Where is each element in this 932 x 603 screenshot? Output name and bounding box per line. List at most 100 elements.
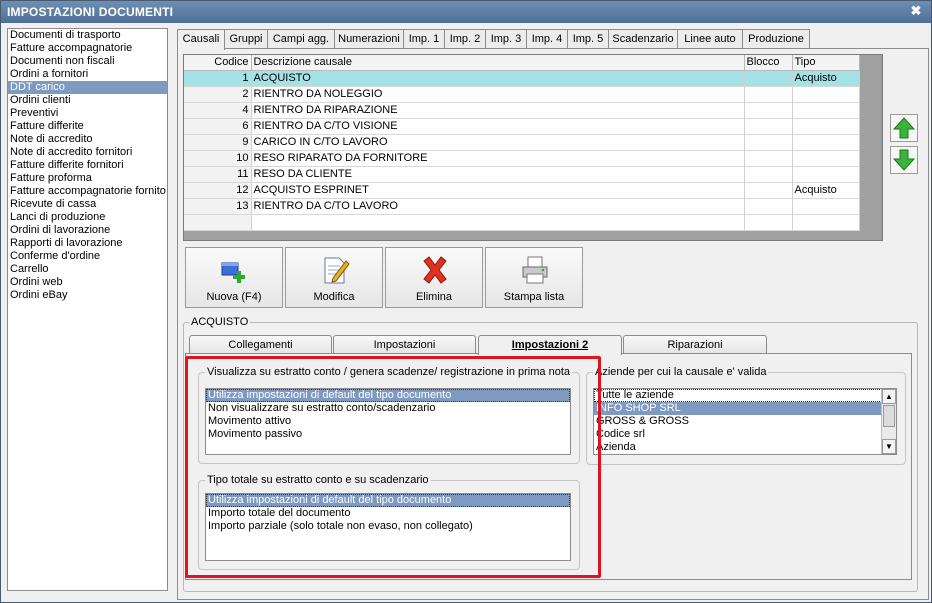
tab-imp-4[interactable]: Imp. 4 (526, 29, 568, 49)
cell-desc[interactable]: ACQUISTO (251, 70, 745, 87)
tab-numerazioni[interactable]: Numerazioni (334, 29, 404, 49)
cell-blocco[interactable] (744, 150, 793, 167)
close-icon[interactable]: ✖ (909, 4, 923, 18)
cell-tipo[interactable] (792, 214, 860, 231)
cell-desc[interactable]: RESO DA CLIENTE (251, 166, 745, 183)
list-item[interactable]: Codice srl (594, 428, 896, 441)
tab-collegamenti[interactable]: Collegamenti (189, 335, 332, 354)
table-row[interactable] (184, 214, 860, 231)
list-item[interactable]: Azienda (594, 441, 896, 454)
scroll-thumb[interactable] (883, 405, 895, 427)
list-item[interactable]: Movimento attivo (206, 415, 570, 428)
cell-desc[interactable] (251, 214, 745, 231)
sidebar-item[interactable]: Lanci di produzione (8, 211, 167, 224)
list-item[interactable]: Utilizza impostazioni di default del tip… (206, 494, 570, 507)
sidebar-item[interactable]: Documenti di trasporto (8, 29, 167, 42)
cell-blocco[interactable] (744, 182, 793, 199)
tab-linee-auto[interactable]: Linee auto (677, 29, 743, 49)
move-down-button[interactable] (890, 146, 918, 174)
cell-desc[interactable]: RESO RIPARATO DA FORNITORE (251, 150, 745, 167)
move-up-button[interactable] (890, 114, 918, 142)
table-row[interactable]: 4 RIENTRO DA RIPARAZIONE (184, 102, 860, 119)
tab-imp-2[interactable]: Imp. 2 (444, 29, 486, 49)
cell-blocco[interactable] (744, 102, 793, 119)
tab-gruppi[interactable]: Gruppi (224, 29, 268, 49)
column-header-descrizione[interactable]: Descrizione causale (251, 55, 745, 71)
sidebar-item[interactable]: Preventivi (8, 107, 167, 120)
tipo-totale-listbox[interactable]: Utilizza impostazioni di default del tip… (205, 493, 571, 561)
column-header-blocco[interactable]: Blocco (744, 55, 793, 71)
cell-tipo[interactable] (792, 86, 860, 103)
cell-code[interactable]: 4 (184, 102, 252, 119)
cell-blocco[interactable] (744, 86, 793, 103)
delete-button[interactable]: Elimina (385, 247, 483, 308)
cell-blocco[interactable] (744, 214, 793, 231)
cell-code[interactable]: 11 (184, 166, 252, 183)
table-row[interactable]: 1 ACQUISTO Acquisto (184, 70, 860, 87)
tab-campi-agg[interactable]: Campi agg. (267, 29, 335, 49)
cell-code[interactable]: 13 (184, 198, 252, 215)
column-header-codice[interactable]: Codice (184, 55, 252, 71)
cell-tipo[interactable] (792, 118, 860, 135)
cell-code[interactable]: 6 (184, 118, 252, 135)
edit-button[interactable]: Modifica (285, 247, 383, 308)
cell-blocco[interactable] (744, 118, 793, 135)
list-item[interactable]: Non visualizzare su estratto conto/scade… (206, 402, 570, 415)
cell-desc[interactable]: CARICO IN C/TO LAVORO (251, 134, 745, 151)
table-row[interactable]: 12 ACQUISTO ESPRINET Acquisto (184, 182, 860, 199)
sidebar-item[interactable]: Note di accredito fornitori (8, 146, 167, 159)
cell-code[interactable]: 12 (184, 182, 252, 199)
scroll-up-icon[interactable]: ▲ (882, 389, 896, 404)
sidebar-item[interactable]: Fatture accompagnatorie fornito (8, 185, 167, 198)
cell-blocco[interactable] (744, 198, 793, 215)
cell-desc[interactable]: RIENTRO DA C/TO LAVORO (251, 198, 745, 215)
table-row[interactable]: 10 RESO RIPARATO DA FORNITORE (184, 150, 860, 167)
table-row[interactable]: 9 CARICO IN C/TO LAVORO (184, 134, 860, 151)
sidebar-item[interactable]: Ordini a fornitori (8, 68, 167, 81)
list-item[interactable]: Importo totale del documento (206, 507, 570, 520)
visualizza-listbox[interactable]: Utilizza impostazioni di default del tip… (205, 388, 571, 455)
cell-blocco[interactable] (744, 166, 793, 183)
tab-scadenzario[interactable]: Scadenzario (608, 29, 678, 49)
cell-code[interactable] (184, 214, 252, 231)
sidebar-item[interactable]: Fatture accompagnatorie (8, 42, 167, 55)
tab-riparazioni[interactable]: Riparazioni (623, 335, 767, 354)
new-button[interactable]: Nuova (F4) (185, 247, 283, 308)
sidebar-item[interactable]: Fatture proforma (8, 172, 167, 185)
cell-code[interactable]: 10 (184, 150, 252, 167)
tab-imp-1[interactable]: Imp. 1 (403, 29, 445, 49)
sidebar-item[interactable]: Ordini web (8, 276, 167, 289)
cell-tipo[interactable] (792, 150, 860, 167)
sidebar-item[interactable]: Carrello (8, 263, 167, 276)
list-item[interactable]: Tutte le aziende (594, 389, 896, 402)
tab-imp-5[interactable]: Imp. 5 (567, 29, 609, 49)
sidebar-item[interactable]: Note di accredito (8, 133, 167, 146)
table-row[interactable]: 6 RIENTRO DA C/TO VISIONE (184, 118, 860, 135)
cell-blocco[interactable] (744, 70, 793, 87)
cell-blocco[interactable] (744, 134, 793, 151)
aziende-scrollbar[interactable]: ▲ ▼ (881, 389, 896, 454)
cell-desc[interactable]: RIENTRO DA NOLEGGIO (251, 86, 745, 103)
sidebar-item[interactable]: Ordini di lavorazione (8, 224, 167, 237)
cell-tipo[interactable] (792, 134, 860, 151)
document-type-list[interactable]: Documenti di trasporto Fatture accompagna… (7, 28, 168, 591)
tab-produzione[interactable]: Produzione (742, 29, 810, 49)
list-item[interactable]: Movimento passivo (206, 428, 570, 441)
cell-desc[interactable]: RIENTRO DA C/TO VISIONE (251, 118, 745, 135)
sidebar-item[interactable]: DDT carico (8, 81, 167, 94)
cell-tipo[interactable]: Acquisto (792, 70, 860, 87)
sidebar-item[interactable]: Fatture differite (8, 120, 167, 133)
sidebar-item[interactable]: Fatture differite fornitori (8, 159, 167, 172)
list-item[interactable]: Utilizza impostazioni di default del tip… (206, 389, 570, 402)
aziende-listbox[interactable]: Tutte le aziende INFO SHOP SRL GROSS & GRO… (593, 388, 897, 455)
cell-tipo[interactable]: Acquisto (792, 182, 860, 199)
sidebar-item[interactable]: Ordini clienti (8, 94, 167, 107)
table-row[interactable]: 11 RESO DA CLIENTE (184, 166, 860, 183)
sidebar-item[interactable]: Documenti non fiscali (8, 55, 167, 68)
cell-desc[interactable]: RIENTRO DA RIPARAZIONE (251, 102, 745, 119)
tab-impostazioni-2[interactable]: Impostazioni 2 (478, 335, 622, 355)
cell-tipo[interactable] (792, 166, 860, 183)
cell-tipo[interactable] (792, 198, 860, 215)
table-row[interactable]: 2 RIENTRO DA NOLEGGIO (184, 86, 860, 103)
sidebar-item[interactable]: Conferme d'ordine (8, 250, 167, 263)
